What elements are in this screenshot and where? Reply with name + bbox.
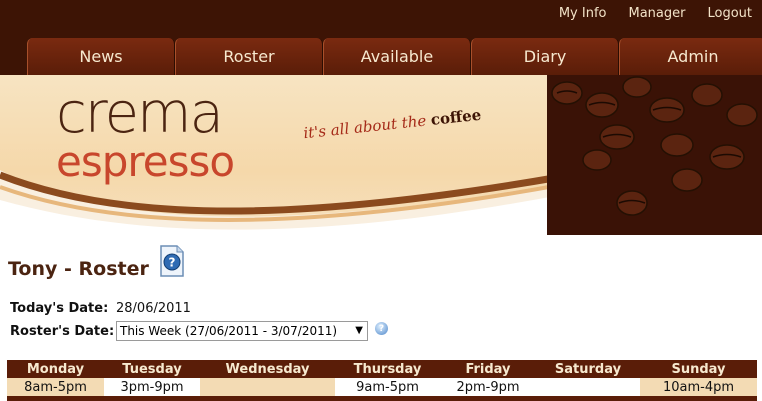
page-title: Tony - Roster	[8, 258, 149, 280]
main-nav: News Roster Available Diary Admin	[0, 38, 762, 75]
day-header: Monday	[7, 360, 104, 378]
header-banner: crema espresso it's all about the coffee	[0, 75, 762, 235]
svg-text:?: ?	[169, 256, 176, 270]
shift-cell: 8am-5pm	[7, 378, 104, 396]
day-header: Wednesday	[200, 360, 335, 378]
today-date-label: Today's Date:	[10, 301, 109, 316]
day-header: Thursday	[335, 360, 440, 378]
manager-link[interactable]: Manager	[629, 6, 686, 21]
nav-tab-news[interactable]: News	[27, 38, 175, 75]
roster-date-label: Roster's Date:	[10, 324, 115, 339]
day-header: Saturday	[536, 360, 640, 378]
roster-shift-row: 8am-5pm 3pm-9pm 9am-5pm 2pm-9pm 10am-4pm	[7, 378, 757, 396]
shift-cell	[200, 378, 335, 396]
today-date-value: 28/06/2011	[116, 301, 191, 316]
day-header: Tuesday	[104, 360, 200, 378]
shift-cell	[536, 378, 640, 396]
roster-date-select-value: This Week (27/06/2011 - 3/07/2011)	[120, 324, 338, 338]
help-document-icon[interactable]: ?	[159, 245, 185, 277]
nav-tab-admin[interactable]: Admin	[619, 38, 762, 75]
day-header: Friday	[440, 360, 536, 378]
shift-cell: 10am-4pm	[640, 378, 757, 396]
shift-cell: 9am-5pm	[335, 378, 440, 396]
dropdown-arrow-icon: ▼	[355, 325, 363, 336]
coffee-beans-image	[547, 75, 762, 235]
beans-art	[547, 75, 762, 235]
day-header: Sunday	[640, 360, 757, 378]
roster-date-select[interactable]: This Week (27/06/2011 - 3/07/2011) ▼	[116, 321, 368, 341]
nav-tab-diary[interactable]: Diary	[471, 38, 619, 75]
top-bar: My Info Manager Logout	[0, 0, 762, 38]
logout-link[interactable]: Logout	[707, 6, 752, 21]
roster-table: Monday Tuesday Wednesday Thursday Friday…	[7, 360, 757, 396]
top-links: My Info Manager Logout	[559, 6, 752, 21]
shift-cell: 2pm-9pm	[440, 378, 536, 396]
roster-header-row: Monday Tuesday Wednesday Thursday Friday…	[7, 360, 757, 378]
my-info-link[interactable]: My Info	[559, 6, 607, 21]
nav-tab-available[interactable]: Available	[323, 38, 471, 75]
logo-espresso: espresso	[56, 137, 235, 186]
nav-tab-roster[interactable]: Roster	[175, 38, 323, 75]
roster-bottom-border	[7, 396, 757, 401]
help-icon[interactable]: ?	[375, 322, 388, 335]
shift-cell: 3pm-9pm	[104, 378, 200, 396]
